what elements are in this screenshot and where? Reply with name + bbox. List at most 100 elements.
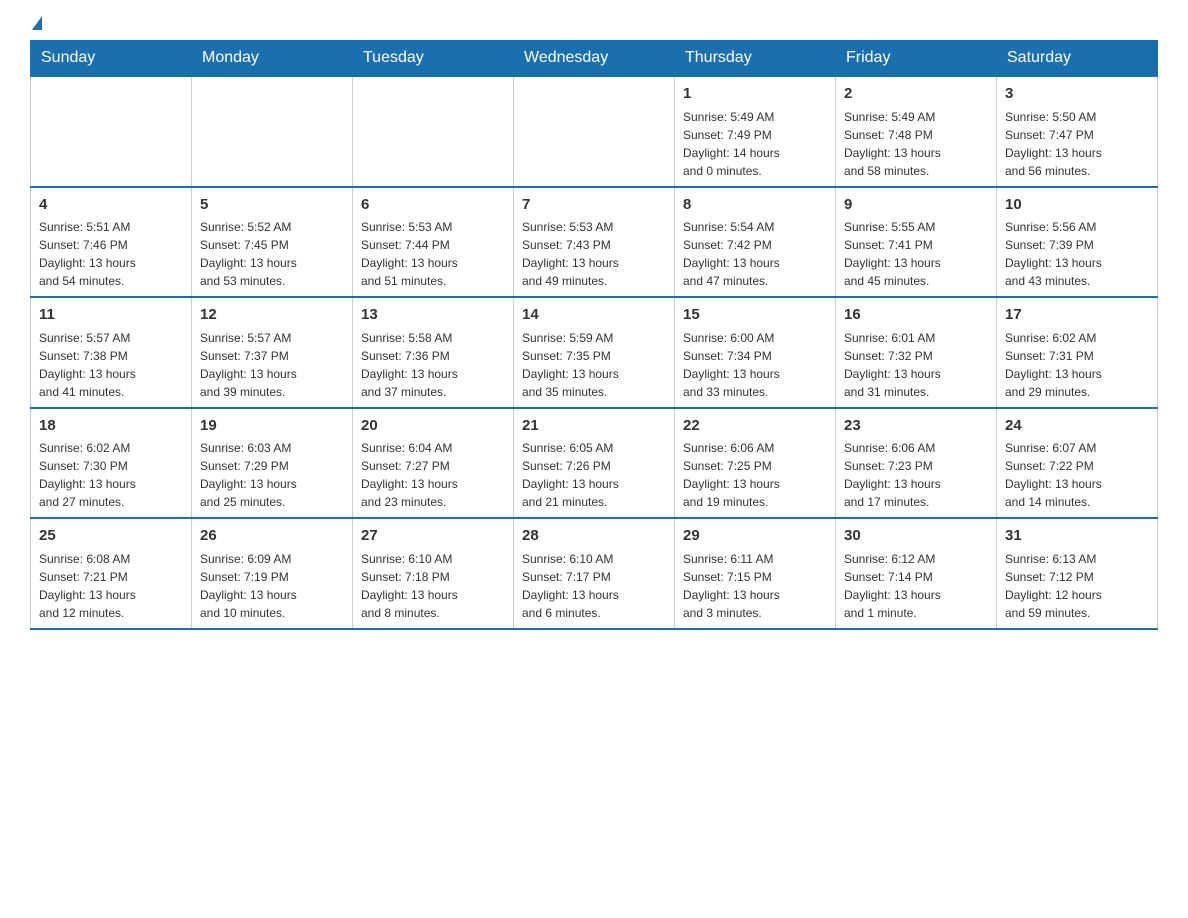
day-info: Sunrise: 5:53 AM Sunset: 7:44 PM Dayligh… (361, 218, 505, 290)
day-info: Sunrise: 5:56 AM Sunset: 7:39 PM Dayligh… (1005, 218, 1149, 290)
day-info: Sunrise: 5:49 AM Sunset: 7:48 PM Dayligh… (844, 108, 988, 180)
day-number: 29 (683, 525, 827, 548)
calendar-cell: 11Sunrise: 5:57 AM Sunset: 7:38 PM Dayli… (31, 297, 192, 408)
day-info: Sunrise: 6:01 AM Sunset: 7:32 PM Dayligh… (844, 329, 988, 401)
calendar-cell: 27Sunrise: 6:10 AM Sunset: 7:18 PM Dayli… (353, 518, 514, 629)
day-number: 14 (522, 304, 666, 327)
calendar-cell: 12Sunrise: 5:57 AM Sunset: 7:37 PM Dayli… (192, 297, 353, 408)
day-info: Sunrise: 6:09 AM Sunset: 7:19 PM Dayligh… (200, 550, 344, 622)
weekday-header-monday: Monday (192, 41, 353, 77)
calendar-cell: 5Sunrise: 5:52 AM Sunset: 7:45 PM Daylig… (192, 187, 353, 298)
weekday-header-tuesday: Tuesday (353, 41, 514, 77)
calendar-cell: 26Sunrise: 6:09 AM Sunset: 7:19 PM Dayli… (192, 518, 353, 629)
day-info: Sunrise: 5:54 AM Sunset: 7:42 PM Dayligh… (683, 218, 827, 290)
day-number: 18 (39, 415, 183, 438)
day-number: 4 (39, 194, 183, 217)
calendar-cell (31, 76, 192, 187)
weekday-header-sunday: Sunday (31, 41, 192, 77)
calendar-cell: 8Sunrise: 5:54 AM Sunset: 7:42 PM Daylig… (675, 187, 836, 298)
day-info: Sunrise: 6:02 AM Sunset: 7:31 PM Dayligh… (1005, 329, 1149, 401)
calendar-cell: 6Sunrise: 5:53 AM Sunset: 7:44 PM Daylig… (353, 187, 514, 298)
day-number: 25 (39, 525, 183, 548)
weekday-header-thursday: Thursday (675, 41, 836, 77)
day-info: Sunrise: 6:10 AM Sunset: 7:17 PM Dayligh… (522, 550, 666, 622)
day-info: Sunrise: 6:07 AM Sunset: 7:22 PM Dayligh… (1005, 439, 1149, 511)
calendar-cell: 20Sunrise: 6:04 AM Sunset: 7:27 PM Dayli… (353, 408, 514, 519)
day-info: Sunrise: 6:13 AM Sunset: 7:12 PM Dayligh… (1005, 550, 1149, 622)
weekday-header-saturday: Saturday (997, 41, 1158, 77)
logo-triangle-icon (32, 16, 42, 30)
day-number: 15 (683, 304, 827, 327)
calendar-cell: 17Sunrise: 6:02 AM Sunset: 7:31 PM Dayli… (997, 297, 1158, 408)
day-info: Sunrise: 5:57 AM Sunset: 7:37 PM Dayligh… (200, 329, 344, 401)
day-number: 24 (1005, 415, 1149, 438)
calendar-cell: 21Sunrise: 6:05 AM Sunset: 7:26 PM Dayli… (514, 408, 675, 519)
day-info: Sunrise: 6:04 AM Sunset: 7:27 PM Dayligh… (361, 439, 505, 511)
calendar-cell: 23Sunrise: 6:06 AM Sunset: 7:23 PM Dayli… (836, 408, 997, 519)
weekday-header-wednesday: Wednesday (514, 41, 675, 77)
calendar-cell: 31Sunrise: 6:13 AM Sunset: 7:12 PM Dayli… (997, 518, 1158, 629)
day-number: 31 (1005, 525, 1149, 548)
calendar-week-row: 1Sunrise: 5:49 AM Sunset: 7:49 PM Daylig… (31, 76, 1158, 187)
calendar-cell: 14Sunrise: 5:59 AM Sunset: 7:35 PM Dayli… (514, 297, 675, 408)
day-info: Sunrise: 5:53 AM Sunset: 7:43 PM Dayligh… (522, 218, 666, 290)
day-info: Sunrise: 6:00 AM Sunset: 7:34 PM Dayligh… (683, 329, 827, 401)
calendar-week-row: 4Sunrise: 5:51 AM Sunset: 7:46 PM Daylig… (31, 187, 1158, 298)
day-number: 28 (522, 525, 666, 548)
calendar-cell (192, 76, 353, 187)
calendar-cell: 2Sunrise: 5:49 AM Sunset: 7:48 PM Daylig… (836, 76, 997, 187)
day-info: Sunrise: 6:06 AM Sunset: 7:23 PM Dayligh… (844, 439, 988, 511)
calendar-week-row: 25Sunrise: 6:08 AM Sunset: 7:21 PM Dayli… (31, 518, 1158, 629)
day-info: Sunrise: 5:50 AM Sunset: 7:47 PM Dayligh… (1005, 108, 1149, 180)
day-number: 16 (844, 304, 988, 327)
calendar-table: SundayMondayTuesdayWednesdayThursdayFrid… (30, 40, 1158, 630)
day-number: 23 (844, 415, 988, 438)
day-number: 3 (1005, 83, 1149, 106)
day-info: Sunrise: 5:57 AM Sunset: 7:38 PM Dayligh… (39, 329, 183, 401)
logo (30, 20, 42, 30)
day-number: 7 (522, 194, 666, 217)
day-number: 11 (39, 304, 183, 327)
weekday-header-friday: Friday (836, 41, 997, 77)
day-info: Sunrise: 6:02 AM Sunset: 7:30 PM Dayligh… (39, 439, 183, 511)
day-info: Sunrise: 6:03 AM Sunset: 7:29 PM Dayligh… (200, 439, 344, 511)
day-number: 22 (683, 415, 827, 438)
calendar-cell: 30Sunrise: 6:12 AM Sunset: 7:14 PM Dayli… (836, 518, 997, 629)
calendar-cell: 29Sunrise: 6:11 AM Sunset: 7:15 PM Dayli… (675, 518, 836, 629)
calendar-cell: 10Sunrise: 5:56 AM Sunset: 7:39 PM Dayli… (997, 187, 1158, 298)
calendar-cell: 15Sunrise: 6:00 AM Sunset: 7:34 PM Dayli… (675, 297, 836, 408)
day-info: Sunrise: 6:11 AM Sunset: 7:15 PM Dayligh… (683, 550, 827, 622)
day-info: Sunrise: 5:49 AM Sunset: 7:49 PM Dayligh… (683, 108, 827, 180)
day-number: 1 (683, 83, 827, 106)
day-info: Sunrise: 6:06 AM Sunset: 7:25 PM Dayligh… (683, 439, 827, 511)
calendar-cell: 16Sunrise: 6:01 AM Sunset: 7:32 PM Dayli… (836, 297, 997, 408)
calendar-week-row: 18Sunrise: 6:02 AM Sunset: 7:30 PM Dayli… (31, 408, 1158, 519)
calendar-cell: 22Sunrise: 6:06 AM Sunset: 7:25 PM Dayli… (675, 408, 836, 519)
day-number: 9 (844, 194, 988, 217)
day-number: 12 (200, 304, 344, 327)
day-number: 13 (361, 304, 505, 327)
day-number: 10 (1005, 194, 1149, 217)
day-number: 21 (522, 415, 666, 438)
day-number: 2 (844, 83, 988, 106)
calendar-cell: 25Sunrise: 6:08 AM Sunset: 7:21 PM Dayli… (31, 518, 192, 629)
day-info: Sunrise: 6:05 AM Sunset: 7:26 PM Dayligh… (522, 439, 666, 511)
day-info: Sunrise: 5:58 AM Sunset: 7:36 PM Dayligh… (361, 329, 505, 401)
day-number: 27 (361, 525, 505, 548)
day-info: Sunrise: 6:08 AM Sunset: 7:21 PM Dayligh… (39, 550, 183, 622)
calendar-cell: 19Sunrise: 6:03 AM Sunset: 7:29 PM Dayli… (192, 408, 353, 519)
calendar-week-row: 11Sunrise: 5:57 AM Sunset: 7:38 PM Dayli… (31, 297, 1158, 408)
day-info: Sunrise: 6:12 AM Sunset: 7:14 PM Dayligh… (844, 550, 988, 622)
day-number: 30 (844, 525, 988, 548)
day-info: Sunrise: 5:51 AM Sunset: 7:46 PM Dayligh… (39, 218, 183, 290)
calendar-cell: 4Sunrise: 5:51 AM Sunset: 7:46 PM Daylig… (31, 187, 192, 298)
day-number: 6 (361, 194, 505, 217)
calendar-cell (514, 76, 675, 187)
day-info: Sunrise: 6:10 AM Sunset: 7:18 PM Dayligh… (361, 550, 505, 622)
day-number: 19 (200, 415, 344, 438)
calendar-cell: 28Sunrise: 6:10 AM Sunset: 7:17 PM Dayli… (514, 518, 675, 629)
page-header (30, 20, 1158, 30)
day-number: 8 (683, 194, 827, 217)
day-number: 26 (200, 525, 344, 548)
calendar-cell: 9Sunrise: 5:55 AM Sunset: 7:41 PM Daylig… (836, 187, 997, 298)
